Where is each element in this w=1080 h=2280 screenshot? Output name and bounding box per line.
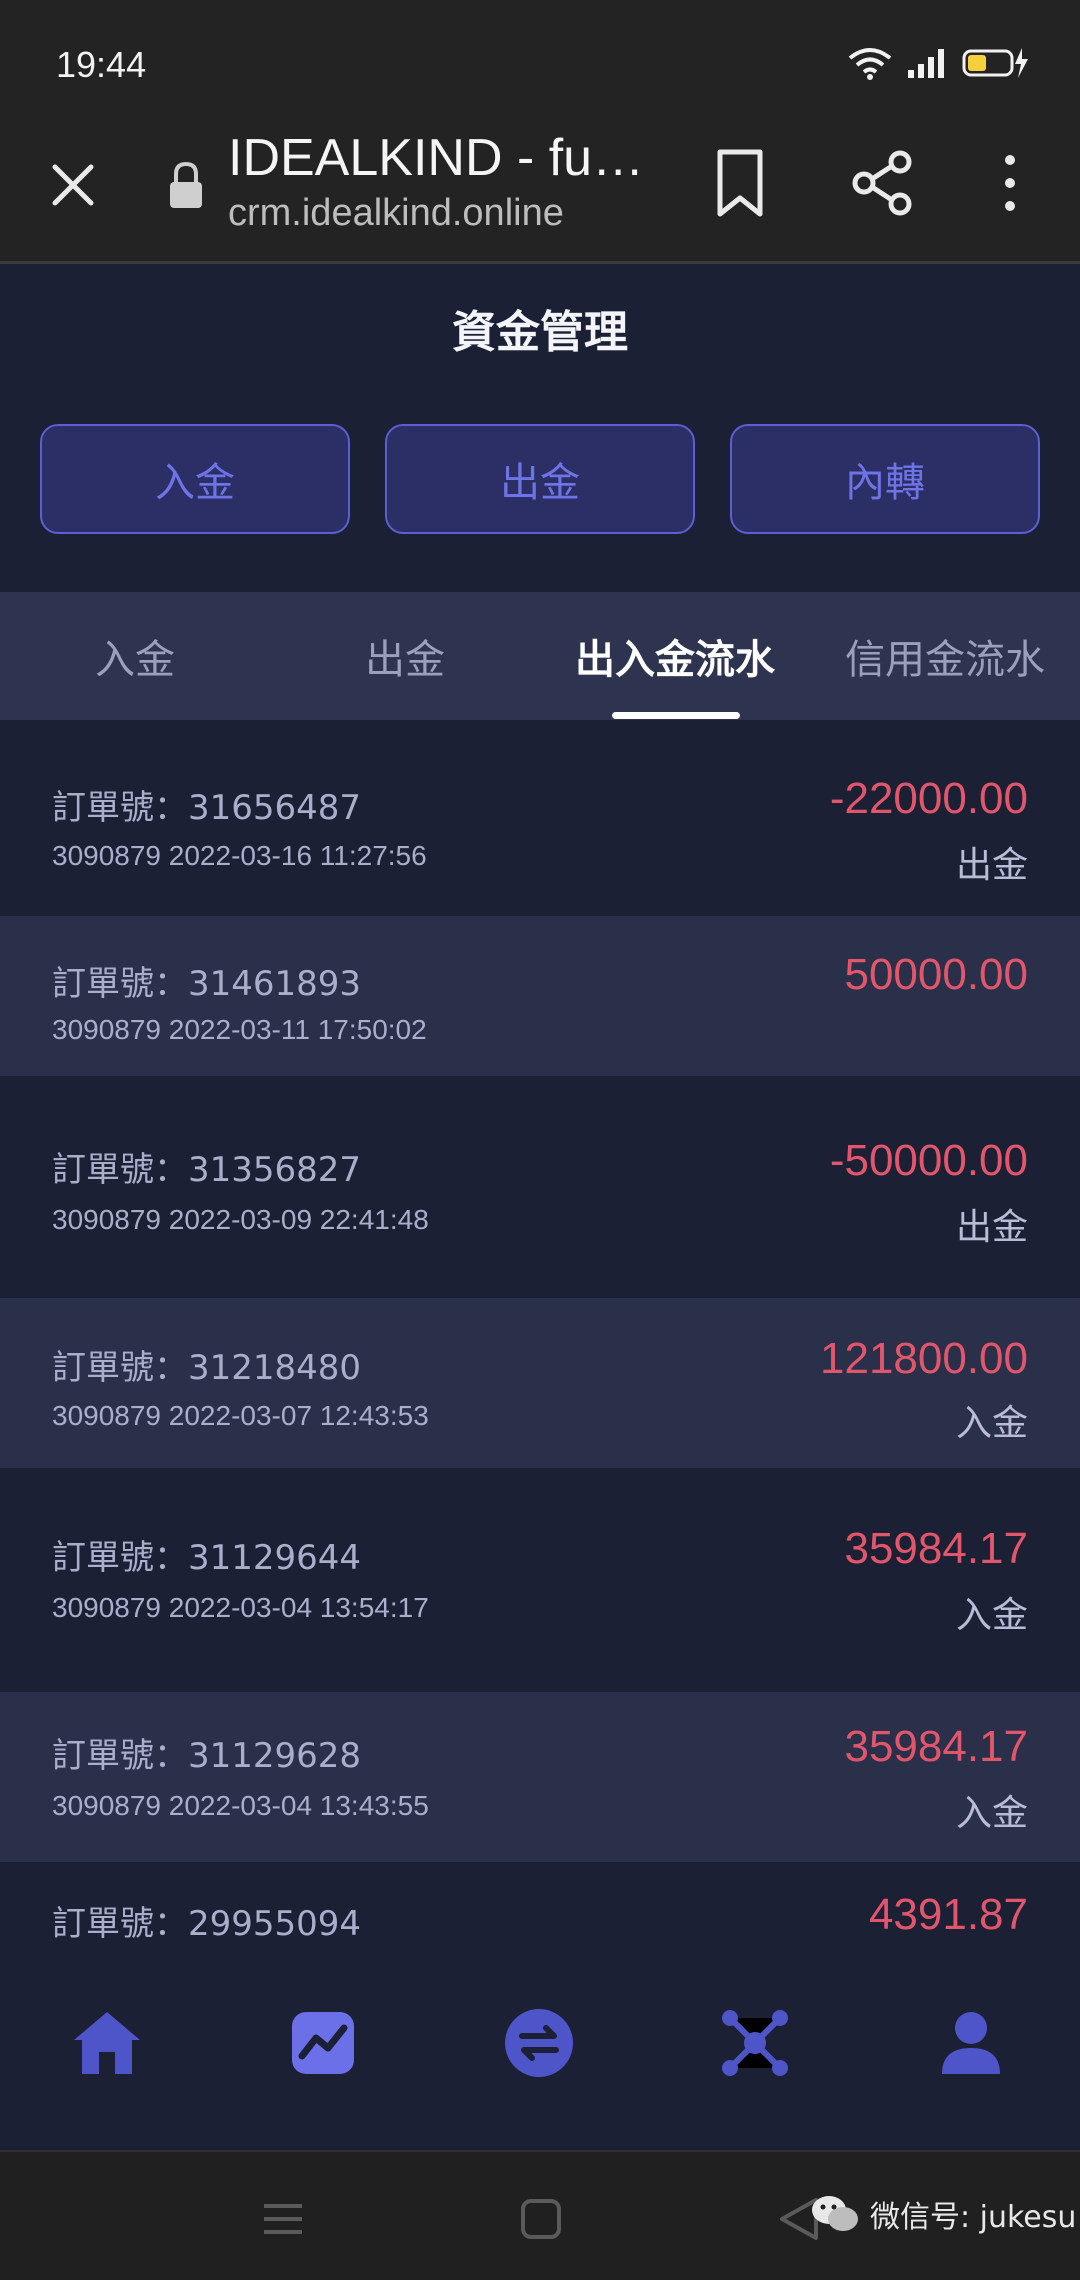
list-item[interactable]: 訂單號：31129644 3090879 2022-03-04 13:54:17… bbox=[0, 1468, 1080, 1692]
tab-bar: 入金 出金 出入金流水 信用金流水 bbox=[0, 592, 1080, 720]
order-number: 訂單號：31218480 bbox=[52, 1348, 362, 1388]
network-icon bbox=[722, 2010, 788, 2076]
order-amount: 35984.17 bbox=[844, 1722, 1028, 1771]
nav-profile[interactable] bbox=[926, 1998, 1016, 2088]
withdraw-button[interactable]: 出金 bbox=[385, 424, 695, 534]
user-icon bbox=[942, 2012, 1000, 2074]
order-number: 訂單號：31129644 bbox=[52, 1538, 362, 1578]
chart-icon bbox=[292, 2012, 354, 2074]
nav-network[interactable] bbox=[710, 1998, 800, 2088]
order-number: 訂單號：31656487 bbox=[52, 788, 362, 828]
nav-transfer[interactable] bbox=[494, 1998, 584, 2088]
order-number: 訂單號：29955094 bbox=[52, 1904, 362, 1944]
nav-market[interactable] bbox=[278, 1998, 368, 2088]
url-text[interactable]: crm.idealkind.online bbox=[228, 192, 564, 235]
tab-title: IDEALKIND - fu… bbox=[228, 129, 645, 187]
wechat-watermark: 微信号: jukesu bbox=[810, 2192, 1076, 2236]
order-type: 出金 bbox=[955, 845, 1028, 886]
order-meta: 3090879 2022-03-11 17:50:02 bbox=[52, 1014, 427, 1045]
lock-icon bbox=[170, 161, 202, 208]
order-meta: 3090879 2022-03-04 13:54:17 bbox=[52, 1592, 429, 1623]
order-amount: 4391.87 bbox=[868, 1890, 1028, 1939]
wechat-icon bbox=[812, 2196, 858, 2231]
internal-transfer-button[interactable]: 內轉 bbox=[730, 424, 1040, 534]
tab-deposit[interactable]: 入金 bbox=[0, 592, 270, 720]
tab-credit-flow[interactable]: 信用金流水 bbox=[810, 592, 1080, 720]
order-amount: -22000.00 bbox=[829, 774, 1028, 823]
status-time: 19:44 bbox=[56, 44, 147, 85]
list-item[interactable]: 訂單號：31356827 3090879 2022-03-09 22:41:48… bbox=[0, 1076, 1080, 1298]
order-type: 入金 bbox=[955, 1403, 1028, 1444]
order-meta: 3090879 2022-03-07 12:43:53 bbox=[52, 1400, 429, 1431]
more-options-icon[interactable] bbox=[990, 148, 1030, 218]
order-amount: 121800.00 bbox=[820, 1334, 1028, 1383]
system-navigation-bar: 微信号: jukesu bbox=[0, 2150, 1080, 2280]
wifi-icon bbox=[848, 48, 892, 80]
order-number: 訂單號：31129628 bbox=[52, 1736, 362, 1776]
order-amount: 50000.00 bbox=[844, 950, 1028, 999]
order-meta: 3090879 2022-03-09 22:41:48 bbox=[52, 1204, 429, 1235]
list-item[interactable]: 訂單號：31656487 3090879 2022-03-16 11:27:56… bbox=[0, 720, 1080, 916]
browser-toolbar: IDEALKIND - fu… crm.idealkind.online bbox=[0, 118, 1080, 264]
order-number: 訂單號：31461893 bbox=[52, 964, 362, 1004]
deposit-button[interactable]: 入金 bbox=[40, 424, 350, 534]
tab-withdraw[interactable]: 出金 bbox=[270, 592, 540, 720]
page-content: 資金管理 入金 出金 內轉 入金 出金 出入金流水 信用金流水 訂單號：3165… bbox=[0, 266, 1080, 2150]
order-number: 訂單號：31356827 bbox=[52, 1150, 362, 1190]
menu-icon[interactable] bbox=[256, 2192, 310, 2246]
close-icon bbox=[52, 164, 94, 206]
watermark-text: 微信号: jukesu bbox=[870, 2200, 1077, 2235]
home-button-icon[interactable] bbox=[514, 2192, 568, 2246]
order-type: 出金 bbox=[955, 1207, 1028, 1248]
list-item[interactable]: 訂單號：31461893 3090879 2022-03-11 17:50:02… bbox=[0, 916, 1080, 1076]
order-meta: 3090879 2022-03-16 11:27:56 bbox=[52, 840, 427, 871]
share-icon[interactable] bbox=[850, 148, 916, 218]
status-bar: 19:44 bbox=[0, 0, 1080, 130]
signal-icon bbox=[908, 49, 944, 78]
battery-icon bbox=[962, 48, 1028, 78]
list-item[interactable]: 訂單號：31129628 3090879 2022-03-04 13:43:55… bbox=[0, 1692, 1080, 1862]
fund-actions: 入金 出金 內轉 bbox=[40, 424, 1040, 534]
bottom-nav bbox=[0, 1968, 1080, 2148]
order-amount: -50000.00 bbox=[829, 1136, 1028, 1185]
transfer-icon bbox=[505, 2009, 573, 2077]
order-type: 入金 bbox=[955, 1793, 1028, 1834]
close-tab-button[interactable] bbox=[38, 150, 108, 220]
tab-fund-flow[interactable]: 出入金流水 bbox=[540, 592, 810, 720]
page-title: 資金管理 bbox=[452, 307, 628, 358]
order-type: 入金 bbox=[955, 1595, 1028, 1636]
list-item[interactable]: 訂單號：31218480 3090879 2022-03-07 12:43:53… bbox=[0, 1298, 1080, 1468]
bookmark-icon[interactable] bbox=[712, 148, 768, 218]
nav-home[interactable] bbox=[62, 1998, 152, 2088]
status-icons bbox=[848, 46, 1032, 80]
order-amount: 35984.17 bbox=[844, 1524, 1028, 1573]
active-tab-indicator bbox=[612, 712, 740, 719]
home-icon bbox=[74, 2012, 140, 2074]
order-meta: 3090879 2022-03-04 13:43:55 bbox=[52, 1790, 429, 1821]
